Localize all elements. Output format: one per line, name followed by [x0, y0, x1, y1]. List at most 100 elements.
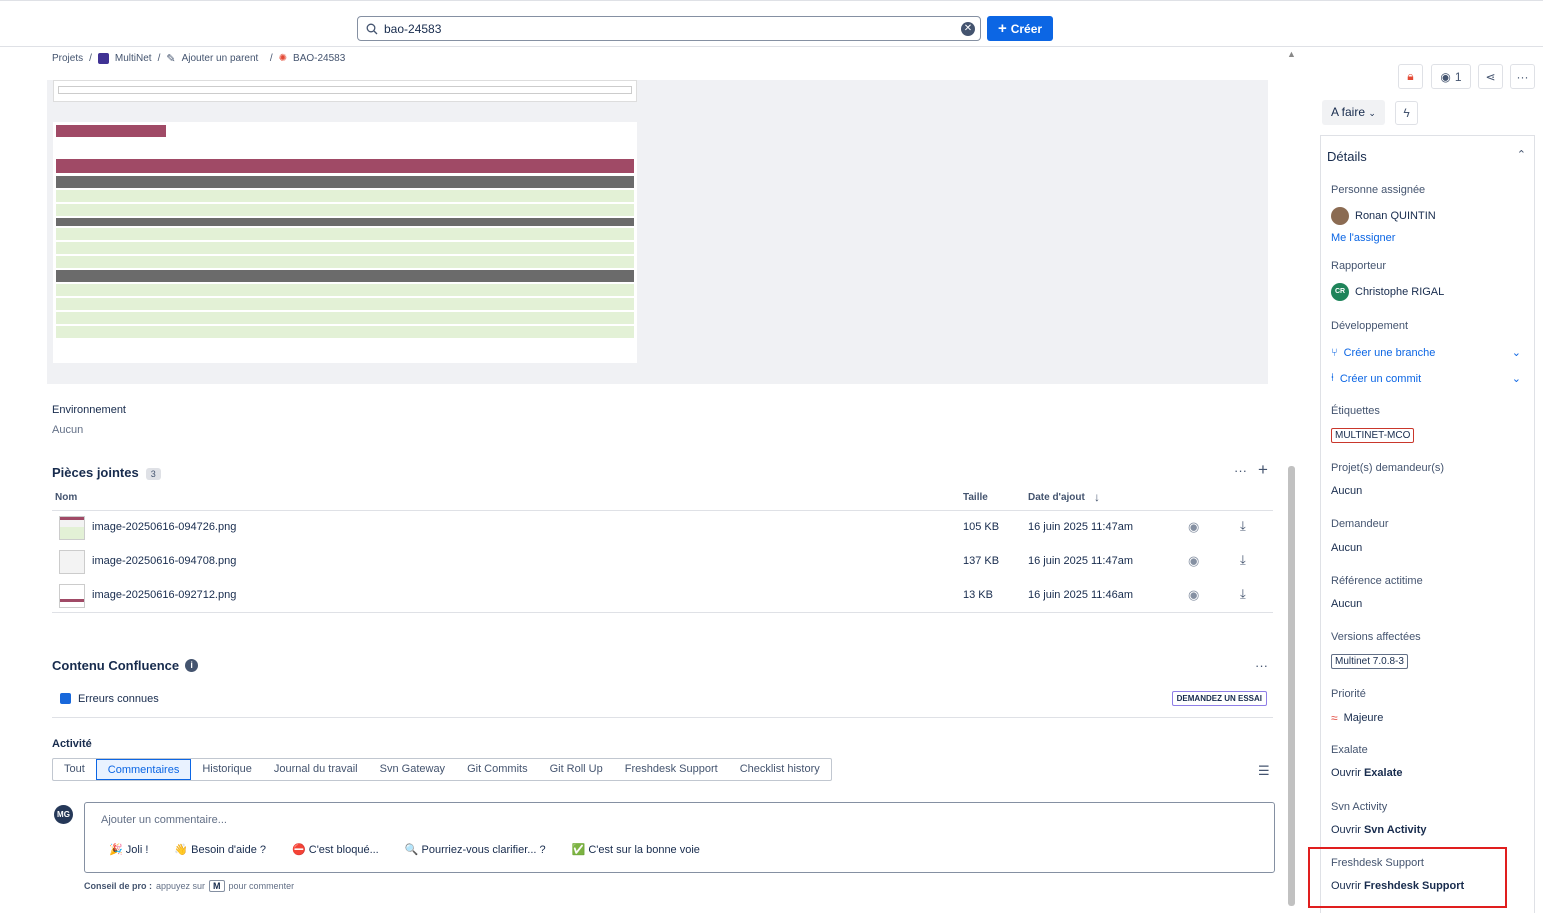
priority-field[interactable]: ≈ Majeure — [1331, 711, 1383, 725]
chevron-down-icon[interactable]: ⌄ — [1512, 372, 1521, 385]
lightning-icon[interactable]: ϟ — [1395, 101, 1418, 125]
comment-input[interactable]: Ajouter un commentaire... 🎉 Joli ! 👋 Bes… — [84, 802, 1275, 873]
scrollbar-thumb[interactable] — [1288, 466, 1295, 906]
add-parent-link[interactable]: Ajouter un parent — [182, 53, 259, 64]
attachments-header: Nom Taille Date d'ajout ↓ — [52, 489, 1273, 511]
chevron-up-icon[interactable]: ⌃ — [1517, 148, 1526, 161]
info-icon[interactable]: i — [185, 659, 199, 672]
breadcrumb-issue-key[interactable]: BAO-24583 — [293, 53, 345, 64]
sort-arrow-icon[interactable]: ↓ — [1094, 490, 1100, 504]
quick-reply-chip[interactable]: 🔍 Pourriez-vous clarifier... ? — [405, 843, 546, 856]
thumbnail[interactable] — [59, 550, 85, 574]
search-input[interactable] — [384, 21, 944, 36]
tab-checklist-history[interactable]: Checklist history — [729, 759, 831, 780]
reporter-field[interactable]: CR Christophe RIGAL — [1331, 283, 1444, 301]
plus-icon: + — [997, 20, 1007, 37]
thumbnail[interactable] — [59, 516, 85, 540]
exalate-open-link[interactable]: Ouvrir Exalate — [1331, 767, 1402, 779]
actitime-label: Référence actitime — [1331, 575, 1423, 587]
confluence-title: Contenu Confluence — [52, 658, 180, 673]
trial-badge[interactable]: DEMANDEZ UN ESSAI — [1171, 691, 1267, 706]
preview-icon[interactable]: ◉ — [1188, 587, 1199, 603]
sort-activity-icon[interactable]: ☰ — [1258, 763, 1270, 779]
scroll-up-icon[interactable]: ▲ — [1287, 49, 1296, 59]
lock-icon[interactable]: 🔒︎ — [1398, 64, 1423, 89]
quick-reply-chip[interactable]: ⛔ C'est bloqué... — [292, 843, 379, 856]
attachment-size: 137 KB — [963, 555, 1000, 567]
tab-history[interactable]: Historique — [191, 759, 263, 780]
assign-to-me-link[interactable]: Me l'assigner — [1331, 232, 1395, 244]
status-dropdown[interactable]: A faire ⌄ — [1322, 100, 1385, 125]
svn-name: Svn Activity — [1363, 824, 1427, 836]
share-icon[interactable]: ⋖ — [1478, 64, 1503, 89]
more-actions-icon[interactable]: ··· — [1510, 64, 1535, 89]
create-button[interactable]: + Créer — [987, 16, 1053, 41]
add-attachment-icon[interactable]: + — [1258, 460, 1268, 480]
avatar: MG — [54, 805, 73, 824]
requesting-projects-value[interactable]: Aucun — [1331, 485, 1362, 497]
version-tag[interactable]: Multinet 7.0.8-3 — [1331, 654, 1408, 669]
attachment-size: 13 KB — [963, 589, 993, 601]
attachment-row[interactable]: image-20250616-094726.png 105 KB 16 juin… — [52, 511, 1273, 545]
details-title[interactable]: Détails — [1327, 149, 1367, 164]
attachment-name[interactable]: image-20250616-094726.png — [92, 521, 236, 533]
commit-icon: ⍿ — [1331, 372, 1334, 384]
activity-tabs: Tout Commentaires Historique Journal du … — [52, 758, 832, 781]
tab-git-commits[interactable]: Git Commits — [456, 759, 539, 780]
attachment-row[interactable]: image-20250616-094708.png 137 KB 16 juin… — [52, 545, 1273, 579]
attachment-date: 16 juin 2025 11:47am — [1028, 521, 1133, 533]
chevron-down-icon[interactable]: ⌄ — [1512, 346, 1521, 359]
tab-git-roll-up[interactable]: Git Roll Up — [539, 759, 614, 780]
embedded-screenshot[interactable] — [47, 80, 1268, 384]
confluence-row[interactable]: Erreurs connues DEMANDEZ UN ESSAI — [52, 682, 1273, 718]
assignee-field[interactable]: Ronan QUINTIN — [1331, 207, 1436, 225]
download-icon[interactable]: ⤓ — [1240, 586, 1246, 602]
create-commit-link[interactable]: ⍿ Créer un commit ⌄ — [1331, 372, 1521, 385]
attachment-row[interactable]: image-20250616-092712.png 13 KB 16 juin … — [52, 579, 1273, 613]
details-card: Détails ⌃ Personne assignée Ronan QUINTI… — [1320, 135, 1535, 913]
tab-svn-gateway[interactable]: Svn Gateway — [369, 759, 456, 780]
actitime-value[interactable]: Aucun — [1331, 598, 1362, 610]
tab-worklog[interactable]: Journal du travail — [263, 759, 369, 780]
quick-reply-chip[interactable]: 🎉 Joli ! — [109, 843, 148, 856]
watch-button[interactable]: ◉ 1 — [1431, 64, 1471, 89]
preview-icon[interactable]: ◉ — [1188, 519, 1199, 535]
quick-reply-chip[interactable]: ✅ C'est sur la bonne voie — [572, 843, 700, 856]
more-icon[interactable]: ··· — [1234, 463, 1247, 478]
col-date[interactable]: Date d'ajout — [1028, 492, 1085, 503]
confluence-page-link[interactable]: Erreurs connues — [78, 693, 159, 705]
col-name[interactable]: Nom — [55, 492, 77, 503]
download-icon[interactable]: ⤓ — [1240, 518, 1246, 534]
svn-activity-open-link[interactable]: Ouvrir Svn Activity — [1331, 824, 1427, 836]
scrollbar[interactable]: ▲ — [1287, 49, 1296, 910]
tab-comments[interactable]: Commentaires — [95, 759, 192, 780]
exalate-name: Exalate — [1363, 767, 1403, 779]
branch-icon: ⑂ — [1331, 346, 1338, 359]
col-size[interactable]: Taille — [963, 492, 988, 503]
create-branch-link[interactable]: ⑂ Créer une branche ⌄ — [1331, 346, 1521, 360]
issue-main: Environnement Aucun Pièces jointes 3 ···… — [0, 80, 1280, 913]
exalate-label: Exalate — [1331, 744, 1368, 756]
confluence-more-icon[interactable]: ··· — [1255, 658, 1268, 673]
confluence-page-icon — [60, 693, 71, 704]
requester-value[interactable]: Aucun — [1331, 542, 1362, 554]
search-box[interactable]: ✕ — [357, 16, 981, 41]
avatar — [1331, 207, 1349, 225]
label-tag[interactable]: MULTINET-MCO — [1331, 428, 1415, 443]
attachment-name[interactable]: image-20250616-092712.png — [92, 589, 236, 601]
thumbnail[interactable] — [59, 584, 85, 608]
bug-icon: ✺ — [278, 53, 288, 64]
preview-icon[interactable]: ◉ — [1188, 553, 1199, 569]
clear-search-icon[interactable]: ✕ — [961, 22, 975, 36]
requester-label: Demandeur — [1331, 518, 1389, 530]
breadcrumb-projects[interactable]: Projets — [52, 53, 83, 64]
download-icon[interactable]: ⤓ — [1240, 552, 1246, 568]
tab-freshdesk[interactable]: Freshdesk Support — [614, 759, 729, 780]
status-label: A faire — [1331, 105, 1366, 119]
priority-major-icon: ≈ — [1331, 711, 1338, 725]
quick-reply-chip[interactable]: 👋 Besoin d'aide ? — [174, 843, 266, 856]
breadcrumb-project[interactable]: MultiNet — [115, 53, 152, 64]
attachment-name[interactable]: image-20250616-094708.png — [92, 555, 236, 567]
tab-all[interactable]: Tout — [53, 759, 96, 780]
keyboard-key: M — [209, 880, 225, 892]
